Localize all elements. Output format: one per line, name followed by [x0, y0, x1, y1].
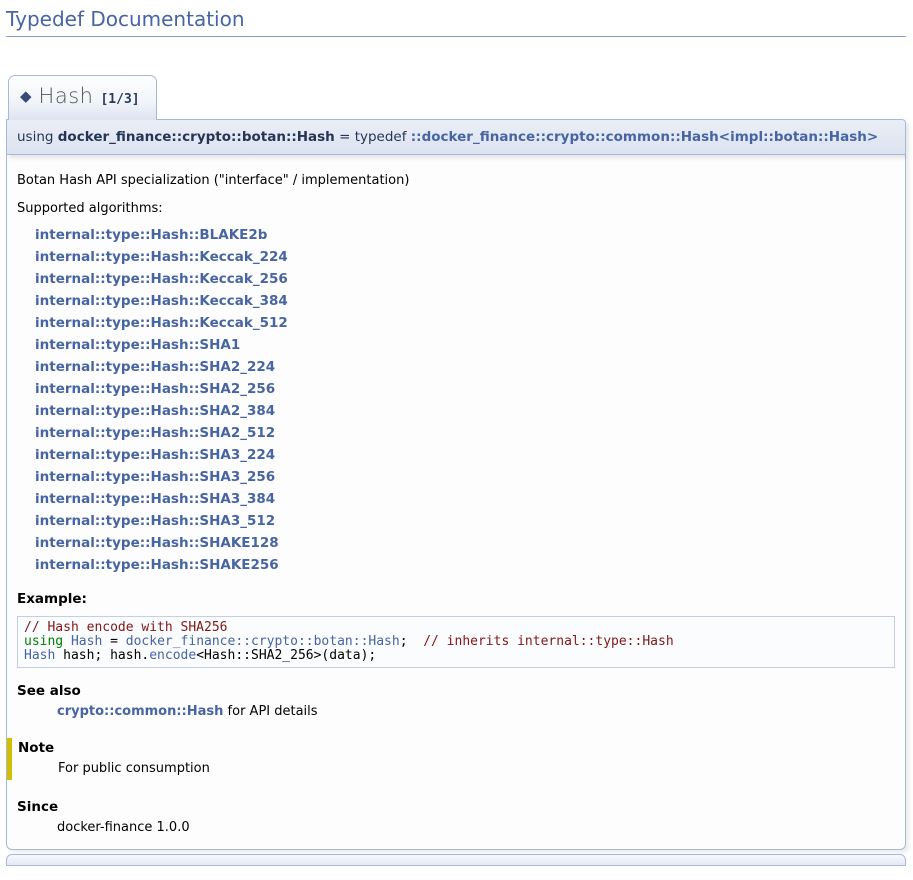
algorithm-link[interactable]: internal::type::Hash::Keccak_256 [35, 268, 895, 290]
code-line: Hash hash; hash.encode<Hash::SHA2_256>(d… [24, 649, 888, 663]
see-also-label: See also [17, 683, 895, 699]
code-token-plain: <Hash::SHA2_256>(data); [196, 648, 376, 663]
next-member-item-edge [6, 854, 906, 866]
algorithm-link[interactable]: internal::type::Hash::SHA3_512 [35, 510, 895, 532]
algorithm-link[interactable]: internal::type::Hash::SHA3_224 [35, 444, 895, 466]
see-also-section: See also crypto::common::Hash for API de… [17, 683, 895, 719]
algorithm-link-list: internal::type::Hash::BLAKE2binternal::t… [35, 224, 895, 576]
algorithm-link[interactable]: internal::type::Hash::Keccak_224 [35, 246, 895, 268]
algorithm-link[interactable]: internal::type::Hash::SHA2_224 [35, 356, 895, 378]
algorithm-link[interactable]: internal::type::Hash::SHAKE256 [35, 554, 895, 576]
code-link[interactable]: Hash [24, 648, 55, 663]
member-overload-counter: [1/3] [100, 92, 139, 107]
algorithm-link[interactable]: internal::type::Hash::SHA3_384 [35, 488, 895, 510]
see-also-content: crypto::common::Hash for API details [57, 704, 895, 719]
algorithm-link[interactable]: internal::type::Hash::SHA1 [35, 334, 895, 356]
algorithm-link[interactable]: internal::type::Hash::Keccak_384 [35, 290, 895, 312]
code-link[interactable]: docker_finance::crypto::botan::Hash [126, 634, 400, 649]
supported-algorithms-label: Supported algorithms: [17, 201, 895, 216]
declaration-target-link[interactable]: ::docker_finance::crypto::common::Hash<i… [411, 129, 878, 145]
member-title-tab: ◆ Hash [1/3] [8, 75, 157, 120]
note-text: For public consumption [58, 761, 895, 776]
code-link[interactable]: encode [149, 648, 196, 663]
member-documentation-body: Botan Hash API specialization ("interfac… [6, 155, 906, 850]
code-token-plain: ; [400, 634, 423, 649]
code-token-comment: // inherits internal::type::Hash [423, 634, 673, 649]
see-also-suffix: for API details [223, 704, 317, 719]
member-description: Botan Hash API specialization ("interfac… [17, 173, 895, 188]
example-code-fragment: // Hash encode with SHA256using Hash = d… [17, 616, 895, 668]
declaration-equals-typedef: = typedef [335, 129, 411, 145]
algorithm-link[interactable]: internal::type::Hash::SHA2_384 [35, 400, 895, 422]
since-section: Since docker-finance 1.0.0 [17, 799, 895, 835]
algorithm-link[interactable]: internal::type::Hash::SHAKE128 [35, 532, 895, 554]
code-line: // Hash encode with SHA256 [24, 621, 888, 635]
permalink-diamond-icon[interactable]: ◆ [20, 87, 32, 105]
code-token-plain: hash; hash. [55, 648, 149, 663]
algorithm-link[interactable]: internal::type::Hash::SHA2_512 [35, 422, 895, 444]
typedef-member-item: ◆Hash[1/3] using docker_finance::crypto:… [6, 75, 906, 850]
algorithm-link[interactable]: internal::type::Hash::BLAKE2b [35, 224, 895, 246]
example-section: Example: [17, 591, 895, 607]
note-section: Note For public consumption [7, 738, 895, 780]
code-token-keyword: using [24, 634, 63, 649]
documentation-page: Typedef Documentation ◆ Hash [1/3] using d… [0, 7, 913, 866]
algorithm-link[interactable]: internal::type::Hash::Keccak_512 [35, 312, 895, 334]
code-token-comment: // Hash encode with SHA256 [24, 620, 228, 635]
page-title: Typedef Documentation [6, 7, 906, 37]
member-name: Hash [39, 84, 94, 108]
since-text: docker-finance 1.0.0 [57, 820, 895, 835]
typedef-declaration-bar: using docker_finance::crypto::botan::Has… [6, 119, 906, 155]
since-label: Since [17, 799, 895, 815]
example-label: Example: [17, 591, 895, 607]
see-also-link[interactable]: crypto::common::Hash [57, 704, 223, 719]
note-label: Note [18, 740, 895, 756]
code-link[interactable]: Hash [71, 634, 102, 649]
code-token-plain: = [102, 634, 125, 649]
declaration-typedef-name: docker_finance::crypto::botan::Hash [58, 129, 335, 145]
declaration-using-keyword: using [17, 129, 58, 145]
code-line: using Hash = docker_finance::crypto::bot… [24, 635, 888, 649]
algorithm-link[interactable]: internal::type::Hash::SHA3_256 [35, 466, 895, 488]
algorithm-link[interactable]: internal::type::Hash::SHA2_256 [35, 378, 895, 400]
code-token-plain [63, 634, 71, 649]
